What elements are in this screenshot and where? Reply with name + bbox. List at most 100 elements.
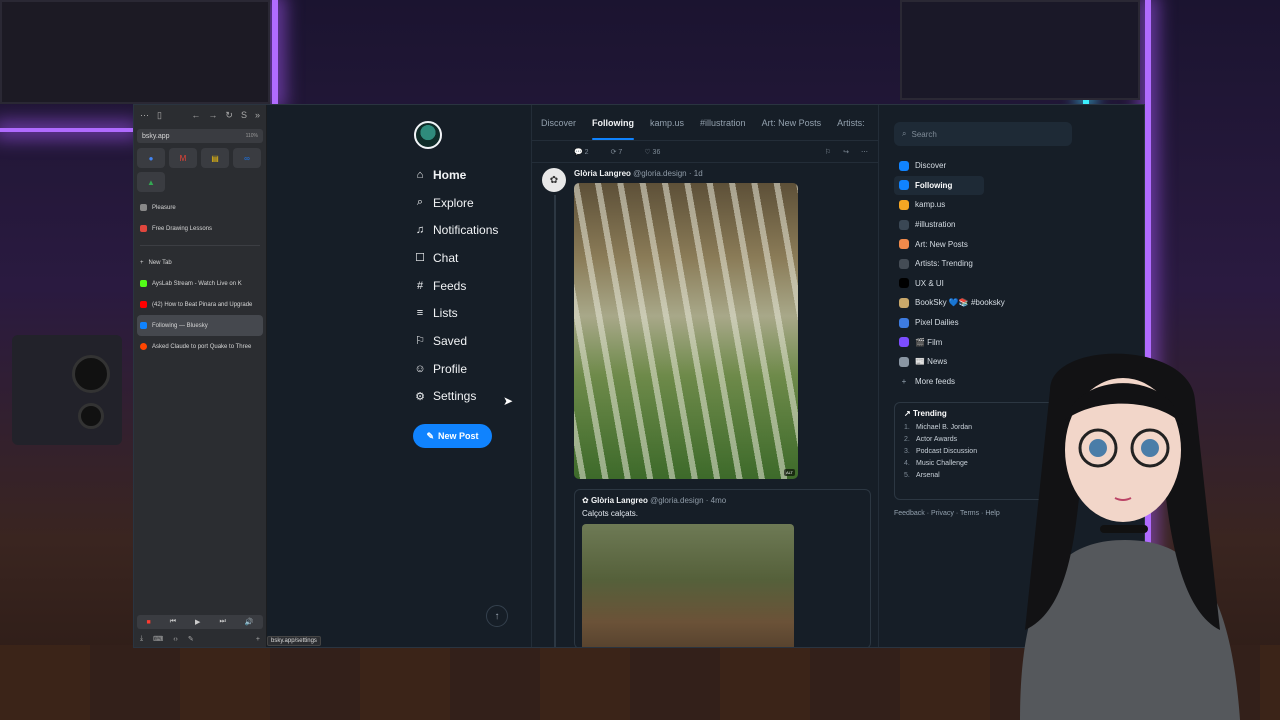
feed-label: Art: New Posts — [915, 239, 968, 249]
feed-booksky[interactable]: BookSky 💙📚 #booksky — [894, 293, 1072, 313]
nav-notifications[interactable]: ♫ Notifications — [409, 216, 529, 244]
like-button[interactable]: ♡ 36 — [644, 148, 660, 156]
tab-bluesky-following[interactable]: Following — Bluesky — [137, 315, 263, 336]
sidebar-footer: ⤓ ⌨ ‹› ✎ + — [134, 635, 266, 643]
pinned-drive-icon[interactable]: ▲ — [137, 172, 165, 192]
quote-author-handle[interactable]: @gloria.design — [650, 496, 703, 505]
nav-home[interactable]: ⌂ Home — [409, 161, 529, 189]
quote-author-name[interactable]: Glòria Langreo — [591, 496, 648, 505]
nav-label: Saved — [433, 333, 468, 348]
new-tab-button[interactable]: + New Tab — [134, 252, 266, 273]
back-icon[interactable]: ← — [191, 110, 200, 120]
pleasure-favicon — [140, 204, 147, 211]
repost-count: 7 — [618, 148, 623, 156]
feed-kamp-us[interactable]: kamp.us — [894, 195, 1072, 215]
feed-discover[interactable]: Discover — [894, 156, 1072, 176]
search-input[interactable]: ⌕ Search — [894, 122, 1072, 146]
tab-youtube-video[interactable]: (42) How to Beat Pinara and Upgrade — [134, 294, 266, 315]
volume-icon[interactable]: 🔊 — [245, 618, 254, 626]
tab-kamp-us[interactable]: kamp.us — [650, 118, 684, 128]
pinned-meta-icon[interactable]: ∞ — [233, 148, 261, 168]
reload-icon[interactable]: ↻ — [225, 110, 233, 121]
terms-link[interactable]: Terms — [960, 510, 979, 517]
hash-icon: # — [416, 279, 424, 292]
post-image[interactable]: ALT — [574, 183, 798, 479]
next-icon[interactable]: ⏭ — [219, 618, 225, 626]
alt-badge[interactable]: ALT — [783, 469, 795, 476]
feed-art-new-posts[interactable]: Art: New Posts — [894, 234, 1072, 254]
feed-following[interactable]: Following — [894, 175, 984, 196]
nav-chat[interactable]: ☐ Chat — [409, 244, 529, 272]
more-options-icon[interactable]: ⋯ — [861, 148, 868, 156]
tab-kick-stream[interactable]: AysLab Stream - Watch Live on K — [134, 273, 266, 294]
thread-line — [554, 195, 556, 647]
feed-illustration[interactable]: #illustration — [894, 215, 1072, 235]
downloads-icon[interactable]: ⤓ — [140, 635, 143, 643]
tab-label: Following — Bluesky — [152, 322, 208, 329]
nav-lists[interactable]: ≡ Lists — [409, 299, 529, 327]
pinned-docs-icon[interactable]: ▤ — [201, 148, 229, 168]
search-icon: ⌕ — [416, 196, 424, 209]
tab-art-new-posts[interactable]: Art: New Posts — [762, 118, 822, 128]
nav-profile[interactable]: ☺ Profile — [409, 355, 529, 383]
pinned-gmail-icon[interactable]: M — [169, 148, 197, 168]
post[interactable]: ✿ Glòria Langreo @gloria.design · 1d ALT… — [532, 163, 878, 647]
quoted-post[interactable]: ✿ Glòria Langreo @gloria.design · 4mo Ca… — [574, 489, 871, 647]
sidebar-toggle-icon[interactable]: ▯ — [157, 110, 162, 121]
tab-pleasure[interactable]: Pleasure — [134, 197, 266, 218]
forward-icon[interactable]: → — [208, 110, 217, 120]
nav-explore[interactable]: ⌕ Explore — [409, 189, 529, 217]
feed-ux-ui[interactable]: UX & UI — [894, 274, 1072, 294]
arrow-up-icon: ↑ — [494, 610, 500, 622]
author-avatar[interactable]: ✿ — [542, 168, 566, 192]
quote-time: · 4mo — [705, 496, 727, 505]
url-bar[interactable]: bsky.app 110% — [137, 129, 263, 143]
feedback-link[interactable]: Feedback — [894, 510, 925, 517]
trend-up-icon: ↗ — [904, 409, 911, 419]
more-icon[interactable]: » — [255, 110, 260, 120]
hash-icon — [899, 219, 909, 230]
tab-discover[interactable]: Discover — [541, 118, 576, 128]
scroll-to-top-button[interactable]: ↑ — [486, 605, 508, 627]
feed-artists-trending[interactable]: Artists: Trending — [894, 254, 1072, 274]
tab-free-drawing-lessons[interactable]: Free Drawing Lessons — [134, 218, 266, 239]
play-icon[interactable]: ▶ — [195, 618, 200, 626]
gamepad-icon[interactable]: ⌨ — [153, 635, 163, 643]
pen-icon[interactable]: ✎ — [188, 635, 194, 643]
new-post-button[interactable]: ✎ New Post — [413, 424, 492, 449]
code-icon[interactable]: ‹› — [173, 636, 178, 643]
repost-icon: ⟳ — [610, 148, 617, 156]
pinned-chrome-icon[interactable]: ● — [137, 148, 165, 168]
user-avatar[interactable] — [414, 121, 442, 149]
feed-label: 📰 News — [915, 357, 948, 367]
trend-label: Podcast Discussion — [916, 448, 978, 456]
author-name[interactable]: Glòria Langreo — [574, 169, 631, 178]
extension-icon[interactable]: S — [241, 110, 247, 120]
reply-button[interactable]: 💬 2 — [574, 148, 589, 156]
tab-illustration[interactable]: #illustration — [700, 118, 746, 128]
profile-icon: ☺ — [414, 362, 426, 375]
nav-feeds[interactable]: # Feeds — [409, 272, 529, 300]
repost-button[interactable]: ⟳ 7 — [611, 148, 623, 156]
zoom-level[interactable]: 110% — [246, 133, 258, 139]
add-icon[interactable]: + — [256, 636, 260, 643]
share-icon[interactable]: ↪ — [843, 148, 849, 156]
quote-image[interactable] — [582, 524, 794, 647]
nav-saved[interactable]: ⚐ Saved — [409, 327, 529, 355]
previous-icon[interactable]: ⏮ — [170, 618, 176, 626]
media-source-icon[interactable]: ■ — [147, 619, 151, 626]
feed-label: 🎬 Film — [915, 337, 943, 347]
heart-icon: ♡ — [644, 148, 651, 156]
bookmark-icon[interactable]: ⚐ — [825, 148, 831, 156]
author-handle[interactable]: @gloria.design — [633, 169, 686, 178]
menu-icon[interactable]: ⋯ — [140, 110, 149, 121]
nav-label: Explore — [433, 195, 474, 210]
new-tab-label: New Tab — [148, 259, 172, 266]
chat-icon: ☐ — [415, 252, 425, 265]
tab-following[interactable]: Following — [592, 118, 635, 140]
pixel-dailies-icon — [899, 317, 909, 328]
tab-artists[interactable]: Artists: — [837, 118, 865, 128]
feed-tabs: Discover Following kamp.us #illustration… — [532, 105, 878, 141]
privacy-link[interactable]: Privacy — [931, 510, 954, 517]
tab-reddit-post[interactable]: Asked Claude to port Quake to Three — [134, 336, 266, 357]
